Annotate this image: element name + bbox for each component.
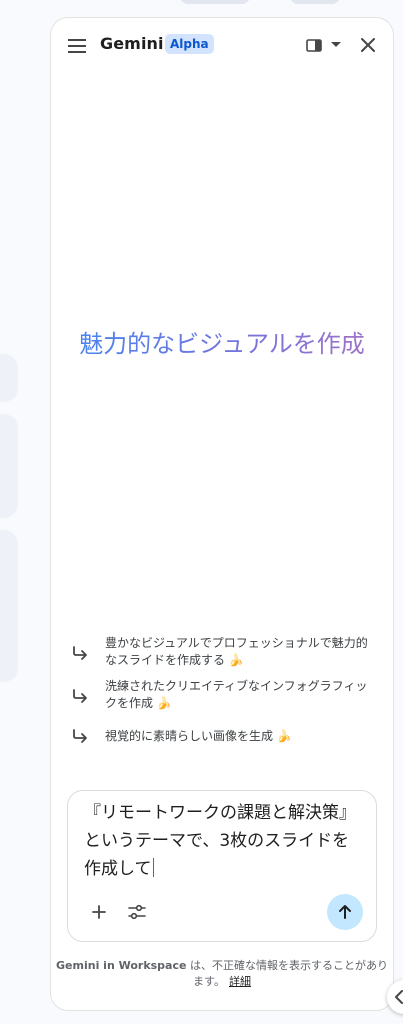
- side-panel-icon: [306, 38, 322, 52]
- suggestion-chip[interactable]: 洗練されたクリエイティブなインフォグラフィックを作成 🍌: [71, 678, 375, 712]
- text-caret: [152, 858, 154, 877]
- prompt-text: 『リモートワークの課題と解決策』というテーマで、3枚のスライドを作成して: [84, 803, 356, 879]
- panel-layout-dropdown[interactable]: [303, 35, 345, 55]
- tools-button[interactable]: [126, 901, 148, 923]
- return-arrow-icon: [73, 646, 87, 660]
- disclaimer-text: は、不正確な情報を表示することがあります。: [186, 959, 388, 988]
- suggestion-list: 豊かなビジュアルでプロフェッショナルで魅力的なスライドを作成する 🍌 洗練された…: [71, 635, 375, 745]
- panel-header: Gemini Alpha: [51, 18, 393, 72]
- background-sidebar-card: [0, 354, 18, 402]
- chevron-left-icon: [395, 990, 403, 1004]
- suggestion-chip[interactable]: 視覚的に素晴らしい画像を生成 🍌: [71, 728, 375, 745]
- tools-icon: [128, 904, 146, 920]
- app-title: Gemini: [100, 34, 164, 53]
- gemini-side-panel: Gemini Alpha 魅力的なビジュアルを作成 豊かなビジュアルでプロフェッ…: [50, 17, 394, 1011]
- add-icon: [92, 905, 106, 919]
- close-button[interactable]: [357, 34, 379, 56]
- menu-icon: [68, 39, 86, 53]
- background-sidebar-card: [0, 530, 18, 682]
- alpha-badge: Alpha: [165, 34, 214, 54]
- background-tab: [290, 0, 340, 4]
- disclaimer: Gemini in Workspace は、不正確な情報を表示することがあります…: [51, 958, 393, 990]
- suggestion-chip[interactable]: 豊かなビジュアルでプロフェッショナルで魅力的なスライドを作成する 🍌: [71, 635, 375, 669]
- disclaimer-brand: Gemini in Workspace: [56, 959, 187, 972]
- send-arrow-icon: [339, 905, 351, 919]
- caret-down-icon: [331, 42, 341, 47]
- details-link[interactable]: 詳細: [229, 975, 251, 988]
- send-button[interactable]: [327, 894, 363, 930]
- suggestion-label: 洗練されたクリエイティブなインフォグラフィックを作成 🍌: [105, 679, 368, 710]
- close-icon: [361, 38, 375, 52]
- return-arrow-icon: [73, 729, 87, 743]
- suggestion-label: 豊かなビジュアルでプロフェッショナルで魅力的なスライドを作成する 🍌: [105, 636, 368, 667]
- suggestion-label: 視覚的に素晴らしい画像を生成 🍌: [105, 729, 292, 743]
- add-button[interactable]: [88, 901, 110, 923]
- prompt-input-box[interactable]: 『リモートワークの課題と解決策』というテーマで、3枚のスライドを作成して: [67, 790, 377, 942]
- background-sidebar-card: [0, 414, 18, 518]
- menu-button[interactable]: [65, 34, 89, 58]
- prompt-input[interactable]: 『リモートワークの課題と解決策』というテーマで、3枚のスライドを作成して: [84, 799, 362, 883]
- return-arrow-icon: [73, 689, 87, 703]
- hero-heading: 魅力的なビジュアルを作成: [51, 326, 393, 362]
- background-tab: [180, 0, 250, 4]
